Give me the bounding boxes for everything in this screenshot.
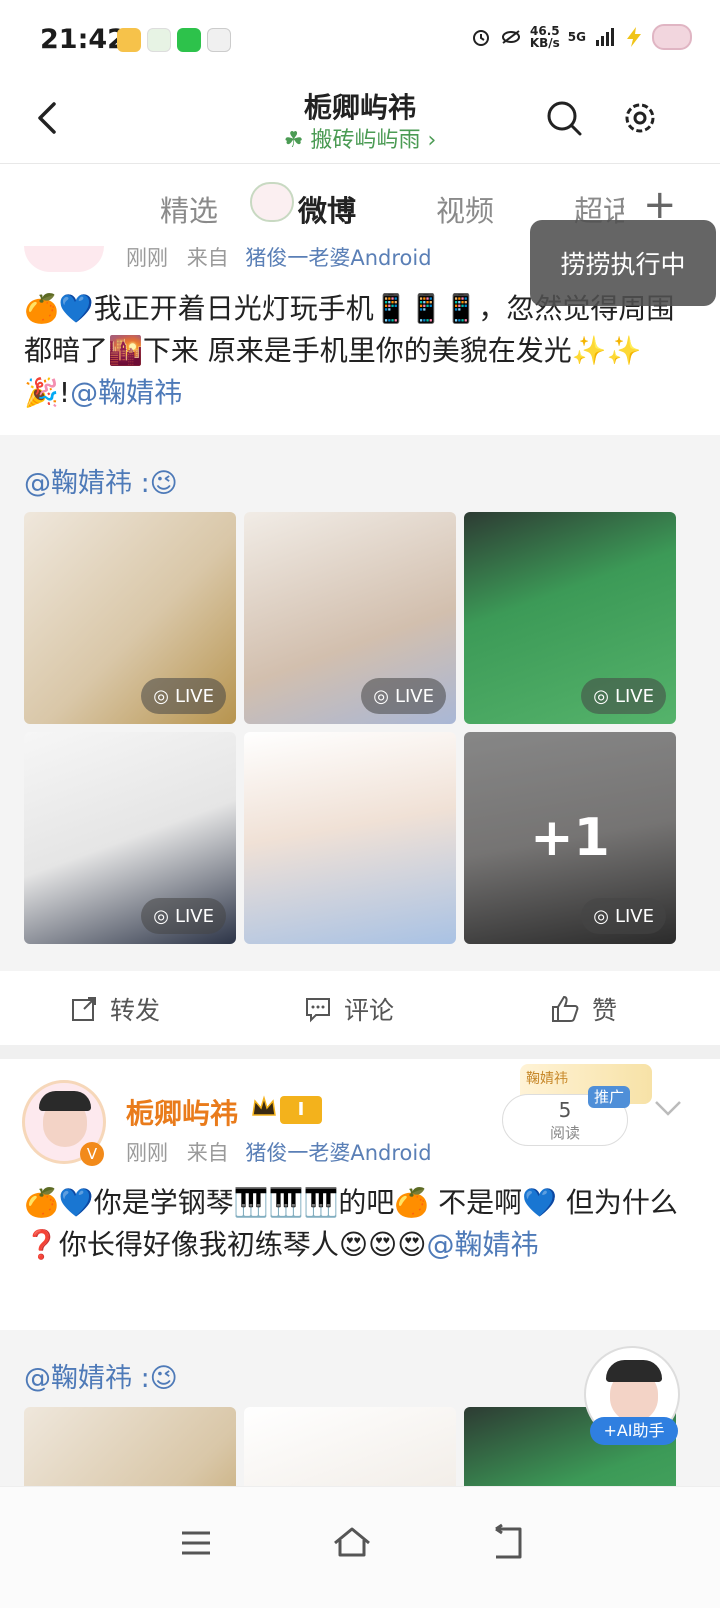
chevron-down-icon[interactable] <box>652 1096 684 1120</box>
ai-assistant-label[interactable]: +AI助手 <box>590 1417 678 1445</box>
live-badge: ◎ LIVE <box>361 678 446 714</box>
charging-icon <box>627 27 641 47</box>
mention-link[interactable]: @鞠婧祎 <box>426 1228 538 1261</box>
post-source[interactable]: 猪俊一老婆Android <box>245 1141 431 1165</box>
comment-icon <box>306 998 330 1023</box>
mention-link[interactable]: @鞠婧祎 <box>70 376 182 409</box>
live-icon: ◎ <box>373 685 389 707</box>
alarm-icon <box>472 30 489 46</box>
post-divider <box>0 1045 720 1059</box>
battery-icon <box>652 24 692 50</box>
maps-icon <box>147 28 171 52</box>
status-app-icons <box>117 28 231 52</box>
tab-weibo[interactable]: 微博 <box>298 188 356 230</box>
status-indicators: 46.5 KB/s 5G <box>470 24 692 50</box>
toast-message: 捞捞执行中 <box>530 220 716 306</box>
share-icon <box>72 997 96 1021</box>
member-level-badge[interactable]: I <box>280 1096 322 1124</box>
menu-icon[interactable] <box>174 1521 218 1565</box>
clover-icon: ☘ <box>283 128 304 153</box>
photo-thumbnail[interactable]: +1 ◎ LIVE <box>464 732 676 944</box>
post-text: 🍊💙我正开着日光灯玩手机📱📱📱，忽然觉得周围都暗了🌇下来 原来是手机里你的美貌在… <box>24 292 675 409</box>
live-icon: ◎ <box>593 685 609 707</box>
post-username[interactable]: 栀卿屿祎 <box>126 1092 238 1132</box>
post-text: 🍊💙你是学钢琴🎹🎹🎹的吧🍊 不是啊💙 但为什么❓你长得好像我初练琴人😍😍😍@鞠婧… <box>24 1186 678 1261</box>
search-icon[interactable] <box>544 98 584 138</box>
repost-button[interactable]: 转发 <box>70 991 160 1027</box>
live-icon: ◎ <box>593 905 609 927</box>
avatar[interactable] <box>24 246 104 272</box>
comment-button[interactable]: 评论 <box>304 991 394 1027</box>
settings-gear-icon[interactable] <box>620 98 660 138</box>
promotion-tag: 推广 <box>588 1086 630 1108</box>
page-title: 栀卿屿祎 <box>303 91 416 124</box>
photo-thumbnail[interactable]: ◎ LIVE <box>24 732 236 944</box>
tab-video[interactable]: 视频 <box>436 188 494 230</box>
live-icon: ◎ <box>153 905 169 927</box>
photo-thumbnail[interactable]: ◎ LIVE <box>244 512 456 724</box>
repost-header[interactable]: @鞠婧祎 :😉 <box>24 461 178 500</box>
network-speed: 46.5 KB/s <box>529 24 560 50</box>
live-icon: ◎ <box>153 685 169 707</box>
photo-thumbnail[interactable]: ◎ LIVE <box>464 512 676 724</box>
cloud-decoration-icon <box>250 182 294 222</box>
notification-icon <box>207 28 231 52</box>
tab-featured[interactable]: 精选 <box>160 188 218 230</box>
eye-off-icon <box>501 30 520 44</box>
status-time: 21:42 <box>40 24 126 55</box>
wechat-icon <box>177 28 201 52</box>
live-badge: ◎ LIVE <box>141 898 226 934</box>
repost-header[interactable]: @鞠婧祎 :😉 <box>24 1356 178 1395</box>
live-badge: ◎ LIVE <box>581 678 666 714</box>
verified-badge-icon: V <box>80 1142 104 1166</box>
post-source[interactable]: 猪俊一老婆Android <box>245 246 431 270</box>
back-nav-icon[interactable] <box>486 1521 530 1565</box>
signal-icon <box>596 28 614 46</box>
post-actions: 转发 评论 赞 <box>0 971 720 1045</box>
status-bar: 21:42 46.5 KB/s 5G <box>0 0 720 84</box>
live-badge: ◎ LIVE <box>581 898 666 934</box>
repost-card[interactable]: @鞠婧祎 :😉 ◎ LIVE ◎ LIVE ◎ LIVE ◎ LIVE +1 ◎ LIVE <box>0 435 720 971</box>
photo-thumbnail[interactable] <box>244 732 456 944</box>
post-meta: 刚刚 来自 猪俊一老婆Android <box>126 246 432 270</box>
page-header: 栀卿屿祎 ☘ 搬砖屿屿雨 › <box>0 84 720 164</box>
network-type: 5G <box>567 30 586 44</box>
post-meta: 刚刚 来自 猪俊一老婆Android <box>126 1141 432 1165</box>
super-topic-link[interactable]: ☘ 搬砖屿屿雨 › <box>0 122 720 154</box>
live-badge: ◎ LIVE <box>141 678 226 714</box>
home-icon[interactable] <box>330 1521 374 1565</box>
thumbs-up-icon <box>552 995 579 1022</box>
weibo-icon <box>117 28 141 52</box>
system-nav-bar <box>0 1486 720 1608</box>
image-grid: ◎ LIVE ◎ LIVE ◎ LIVE ◎ LIVE +1 ◎ LIVE <box>24 512 676 944</box>
photo-thumbnail[interactable]: ◎ LIVE <box>24 512 236 724</box>
like-button[interactable]: 赞 <box>550 991 617 1027</box>
crown-icon <box>252 1095 276 1116</box>
